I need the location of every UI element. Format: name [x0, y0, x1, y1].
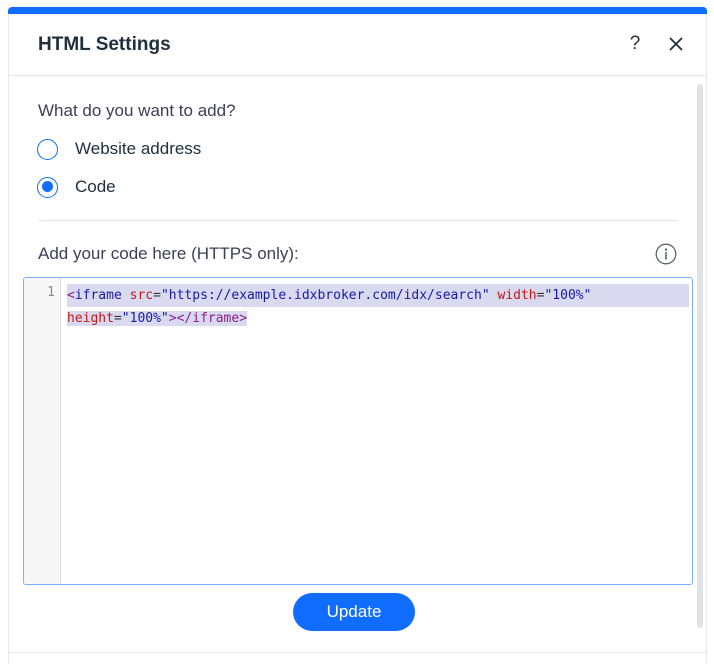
radio-button-website-address[interactable] — [37, 138, 58, 160]
code-close-tag: </iframe> — [176, 311, 248, 326]
code-attr-width: width — [497, 288, 537, 303]
code-value-src: "https://example.idxbroker.com/idx/searc… — [160, 288, 490, 303]
radio-button-code[interactable] — [37, 176, 58, 198]
code-text[interactable]: <iframe src="https://example.idxbroker.c… — [67, 284, 689, 330]
footer-divider — [9, 652, 706, 653]
help-button[interactable]: ? — [623, 32, 647, 56]
radio-label-code: Code — [75, 177, 116, 196]
close-button[interactable] — [664, 32, 688, 56]
section-divider — [38, 220, 678, 221]
code-open-bracket: < — [67, 288, 75, 303]
code-value-width: "100%" — [544, 288, 592, 303]
line-number: 1 — [47, 285, 55, 300]
close-icon — [669, 37, 683, 51]
question-mark-icon: ? — [629, 33, 641, 54]
radio-label-website-address: Website address — [75, 139, 202, 158]
scrollbar-thumb[interactable] — [697, 84, 703, 628]
panel-title: HTML Settings — [38, 34, 171, 55]
info-icon[interactable] — [655, 243, 677, 265]
panel-header: HTML Settings ? — [9, 14, 706, 76]
html-settings-panel: HTML Settings ? What do you want to add?… — [8, 14, 707, 664]
radio-code[interactable]: Code — [37, 175, 116, 199]
add-type-question: What do you want to add? — [38, 101, 236, 120]
code-input-label: Add your code here (HTTPS only): — [38, 244, 299, 263]
radio-website-address[interactable]: Website address — [37, 137, 201, 161]
code-attr-src: src — [129, 288, 154, 303]
code-tag-name: iframe — [74, 288, 122, 303]
update-button[interactable]: Update — [293, 593, 415, 631]
accent-bar — [8, 7, 707, 14]
code-line-2: height="100%"></iframe> — [67, 311, 248, 326]
vertical-scrollbar[interactable] — [697, 84, 703, 628]
code-editor[interactable]: 1 <iframe src="https://example.idxbroker… — [23, 277, 693, 585]
code-attr-height: height — [67, 311, 114, 326]
code-value-height: "100%" — [121, 311, 169, 326]
code-close-bracket: > — [168, 311, 177, 326]
editor-gutter: 1 — [24, 278, 61, 584]
code-line-1: <iframe src="https://example.idxbroker.c… — [67, 284, 689, 307]
